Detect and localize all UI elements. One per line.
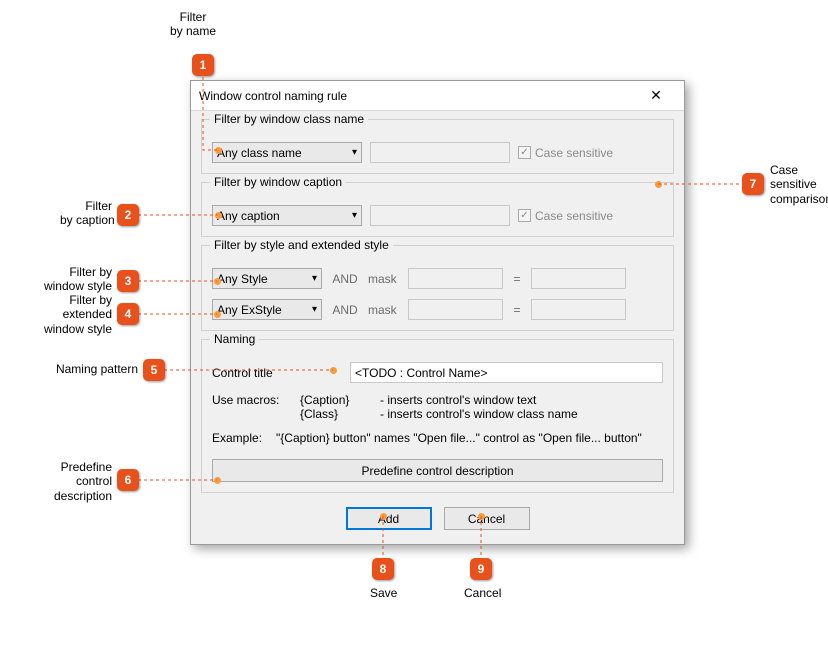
callout-badge-1: 1 [192,54,214,76]
callout-badge-6: 6 [117,469,139,491]
callout-badge-2: 2 [117,204,139,226]
style-mask-input[interactable] [408,268,503,289]
callout-label-3: Filter by window style [40,265,112,294]
callout-badge-8: 8 [372,558,394,580]
checkbox-label: Case sensitive [535,209,613,223]
callout-badge-5: 5 [143,359,165,381]
group-legend: Filter by style and extended style [210,238,393,252]
exstyle-value-input[interactable] [531,299,626,320]
combo-value: Any ExStyle [217,303,282,317]
callout-label-5: Naming pattern [48,362,138,376]
close-icon: ✕ [650,87,662,104]
callout-label-8: Save [370,586,397,600]
combo-value: Any caption [217,209,280,223]
control-title-label: Control title [212,366,342,380]
button-label: Predefine control description [361,464,513,478]
mask-label: mask [368,303,400,317]
predefine-description-button[interactable]: Predefine control description [212,459,663,482]
callout-label-6: Predefine control description [48,460,112,503]
combo-value: Any Style [217,272,268,286]
style-combo[interactable]: Any Style ▾ [212,268,322,289]
chevron-down-icon: ▾ [352,210,357,221]
callout-badge-7: 7 [742,173,764,195]
callout-label-4: Filter by extended window style [40,293,112,336]
checkbox-label: Case sensitive [535,146,613,160]
button-label: Cancel [468,512,505,526]
callout-label-9: Cancel [464,586,501,600]
equals-label: = [511,303,523,317]
dialog-body: Filter by window class name Any class na… [191,111,684,544]
dialog-footer: Add Cancel [201,501,674,532]
style-value-input[interactable] [531,268,626,289]
caption-case-checkbox[interactable]: ✓ Case sensitive [518,209,613,223]
caption-input[interactable] [370,205,510,226]
callout-label-2: Filter by caption [60,199,112,228]
macro-caption-desc: - inserts control's window text [380,393,536,407]
classname-case-checkbox[interactable]: ✓ Case sensitive [518,146,613,160]
group-filter-classname: Filter by window class name Any class na… [201,119,674,174]
macro-class: {Class} [300,407,360,421]
group-naming: Naming Control title Use macros: {Captio… [201,339,674,493]
chevron-down-icon: ▾ [352,147,357,158]
titlebar: Window control naming rule ✕ [191,81,684,111]
and-label: AND [330,303,360,317]
dialog-window: Window control naming rule ✕ Filter by w… [190,80,685,545]
checkbox-icon: ✓ [518,146,531,159]
close-button[interactable]: ✕ [636,81,676,110]
caption-combo[interactable]: Any caption ▾ [212,205,362,226]
callout-badge-9: 9 [470,558,492,580]
window-title: Window control naming rule [199,89,636,103]
combo-value: Any class name [217,146,302,160]
callout-label-7: Case sensitive comparison [770,163,828,206]
exstyle-mask-input[interactable] [408,299,503,320]
cancel-button[interactable]: Cancel [444,507,530,530]
equals-label: = [511,272,523,286]
classname-combo[interactable]: Any class name ▾ [212,142,362,163]
macro-class-desc: - inserts control's window class name [380,407,578,421]
group-filter-style: Filter by style and extended style Any S… [201,245,674,331]
use-macros-label: Use macros: [212,393,292,407]
group-legend: Filter by window caption [210,175,346,189]
callout-badge-3: 3 [117,270,139,292]
exstyle-combo[interactable]: Any ExStyle ▾ [212,299,322,320]
group-filter-caption: Filter by window caption Any caption ▾ ✓… [201,182,674,237]
example-label: Example: [212,431,262,445]
example-text: "{Caption} button" names "Open file..." … [276,431,642,445]
macro-caption: {Caption} [300,393,360,407]
chevron-down-icon: ▾ [312,304,317,315]
group-legend: Naming [210,332,259,346]
button-label: Add [378,512,399,526]
control-title-input[interactable] [350,362,663,383]
group-legend: Filter by window class name [210,112,368,126]
classname-input[interactable] [370,142,510,163]
add-button[interactable]: Add [346,507,432,530]
chevron-down-icon: ▾ [312,273,317,284]
callout-badge-4: 4 [117,303,139,325]
mask-label: mask [368,272,400,286]
checkbox-icon: ✓ [518,209,531,222]
callout-label-1: Filter by name [170,10,216,39]
and-label: AND [330,272,360,286]
